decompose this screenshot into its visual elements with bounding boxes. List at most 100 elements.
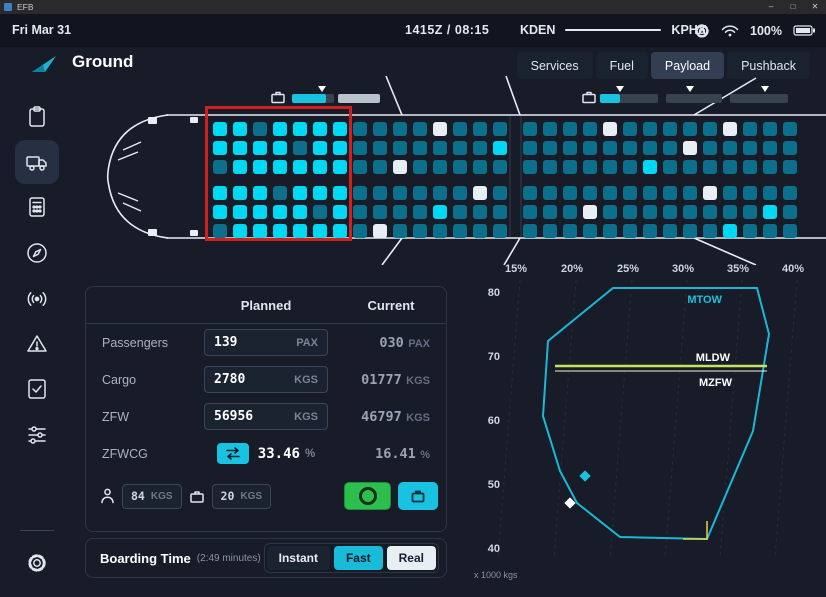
seat[interactable]	[393, 224, 407, 238]
seat[interactable]	[623, 205, 637, 219]
seat[interactable]	[643, 186, 657, 200]
seat[interactable]	[663, 160, 677, 174]
seat[interactable]	[723, 224, 737, 238]
seat[interactable]	[543, 186, 557, 200]
seat[interactable]	[493, 186, 507, 200]
seat[interactable]	[703, 205, 717, 219]
cargo-bar-aft-container[interactable]	[600, 94, 658, 103]
seat[interactable]	[413, 186, 427, 200]
seat[interactable]	[493, 122, 507, 136]
seat[interactable]	[583, 205, 597, 219]
seat[interactable]	[663, 141, 677, 155]
seat[interactable]	[603, 160, 617, 174]
seat[interactable]	[763, 122, 777, 136]
seat[interactable]	[683, 160, 697, 174]
seat[interactable]	[543, 205, 557, 219]
seat[interactable]	[543, 141, 557, 155]
seat[interactable]	[353, 186, 367, 200]
seat[interactable]	[703, 141, 717, 155]
seat[interactable]	[723, 205, 737, 219]
seat[interactable]	[213, 160, 227, 174]
seat[interactable]	[453, 141, 467, 155]
seat[interactable]	[563, 141, 577, 155]
seat[interactable]	[543, 122, 557, 136]
seat[interactable]	[373, 186, 387, 200]
seat[interactable]	[763, 224, 777, 238]
cargo-bar-fwd-baggage[interactable]	[292, 94, 334, 103]
cargo-planned-input[interactable]: 2780KGS	[204, 366, 328, 393]
seat[interactable]	[333, 141, 347, 155]
seat[interactable]	[433, 122, 447, 136]
seat[interactable]	[723, 141, 737, 155]
seat[interactable]	[663, 205, 677, 219]
seat[interactable]	[333, 186, 347, 200]
seat[interactable]	[563, 186, 577, 200]
seat[interactable]	[373, 205, 387, 219]
seat[interactable]	[273, 122, 287, 136]
seat[interactable]	[603, 186, 617, 200]
seat[interactable]	[433, 141, 447, 155]
seat[interactable]	[393, 205, 407, 219]
seat[interactable]	[563, 160, 577, 174]
seat[interactable]	[523, 141, 537, 155]
seat[interactable]	[433, 205, 447, 219]
seat[interactable]	[433, 224, 447, 238]
seat[interactable]	[313, 205, 327, 219]
sidebar-item-performance[interactable]	[15, 185, 59, 229]
seat[interactable]	[333, 205, 347, 219]
zfw-planned-input[interactable]: 56956KGS	[204, 403, 328, 430]
seat[interactable]	[313, 186, 327, 200]
seat[interactable]	[523, 224, 537, 238]
seat[interactable]	[253, 205, 267, 219]
seat[interactable]	[373, 160, 387, 174]
seat[interactable]	[643, 205, 657, 219]
seat[interactable]	[743, 160, 757, 174]
seat[interactable]	[493, 141, 507, 155]
seat[interactable]	[663, 186, 677, 200]
seat[interactable]	[643, 160, 657, 174]
seat[interactable]	[413, 122, 427, 136]
seat[interactable]	[453, 205, 467, 219]
sidebar-item-failures[interactable]	[15, 322, 59, 366]
seat[interactable]	[563, 224, 577, 238]
seat[interactable]	[563, 122, 577, 136]
close-button[interactable]: ✕	[804, 0, 826, 14]
seat[interactable]	[703, 160, 717, 174]
seat[interactable]	[523, 122, 537, 136]
seat[interactable]	[493, 205, 507, 219]
seat[interactable]	[603, 122, 617, 136]
seat[interactable]	[473, 205, 487, 219]
seat[interactable]	[293, 186, 307, 200]
seat[interactable]	[763, 186, 777, 200]
seat[interactable]	[583, 122, 597, 136]
seat[interactable]	[543, 224, 557, 238]
sidebar-item-settings[interactable]	[15, 541, 59, 585]
seat[interactable]	[643, 122, 657, 136]
sidebar-item-dashboard[interactable]	[15, 95, 59, 139]
seat[interactable]	[473, 224, 487, 238]
seat[interactable]	[603, 141, 617, 155]
seat[interactable]	[213, 186, 227, 200]
seat[interactable]	[473, 160, 487, 174]
seat[interactable]	[253, 141, 267, 155]
seat[interactable]	[453, 122, 467, 136]
seat[interactable]	[293, 205, 307, 219]
cargo-bar-aft-bulk[interactable]	[730, 94, 788, 103]
seat[interactable]	[393, 186, 407, 200]
seat[interactable]	[473, 122, 487, 136]
seat[interactable]	[313, 122, 327, 136]
tab-fuel[interactable]: Fuel	[596, 52, 648, 79]
seat[interactable]	[583, 224, 597, 238]
seat[interactable]	[293, 141, 307, 155]
seat[interactable]	[643, 141, 657, 155]
seat[interactable]	[603, 224, 617, 238]
seat[interactable]	[233, 186, 247, 200]
sidebar-item-navigation[interactable]	[15, 231, 59, 275]
seat[interactable]	[663, 224, 677, 238]
seat[interactable]	[523, 205, 537, 219]
seat[interactable]	[273, 205, 287, 219]
seat[interactable]	[743, 205, 757, 219]
seat[interactable]	[213, 141, 227, 155]
sidebar-item-presets[interactable]	[15, 413, 59, 457]
sidebar-item-checklists[interactable]	[15, 367, 59, 411]
